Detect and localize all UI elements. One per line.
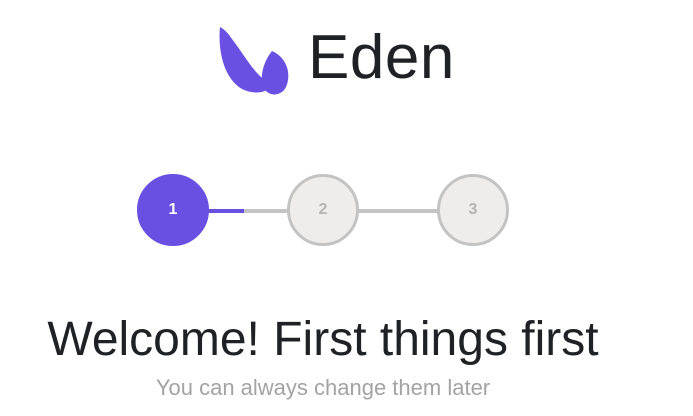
step-2-label: 2: [318, 201, 328, 218]
stepper-connector-2-3: [357, 209, 439, 213]
page-subtitle: You can always change them later: [155, 375, 491, 400]
eden-leaf-logo-icon: [219, 27, 289, 95]
step-2-indicator[interactable]: 2: [287, 174, 359, 246]
brand-name: Eden: [308, 23, 455, 92]
step-1-label: 1: [168, 201, 178, 218]
step-3-indicator[interactable]: 3: [437, 174, 509, 246]
brand-header: Eden: [210, 16, 455, 100]
step-3-label: 3: [468, 201, 478, 218]
onboarding-stepper: 1 2 3: [137, 174, 511, 250]
page-title: Welcome! First things first: [47, 313, 599, 367]
stepper-connector-1-2: [207, 209, 289, 213]
step-1-indicator[interactable]: 1: [137, 174, 209, 246]
stepper-connector-progress: [207, 209, 244, 213]
